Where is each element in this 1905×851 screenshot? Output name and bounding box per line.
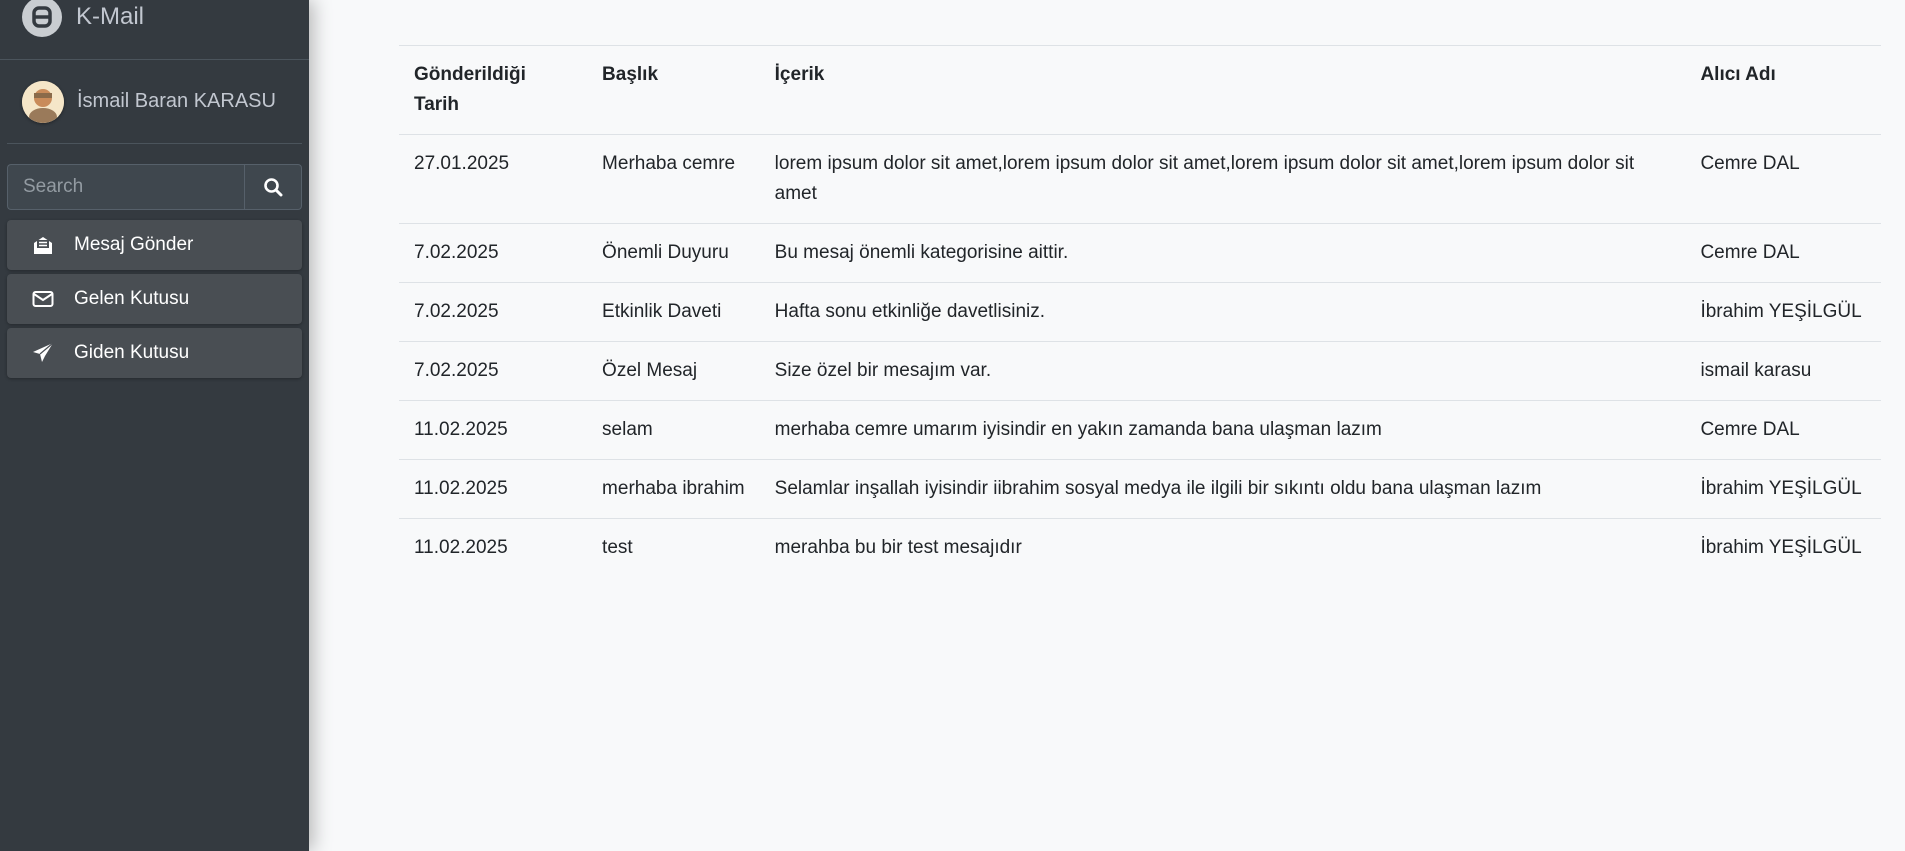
nav-item-label: Gelen Kutusu (74, 288, 190, 309)
search-input[interactable] (7, 164, 244, 210)
cell-recipient: İbrahim YEŞİLGÜL (1685, 459, 1881, 519)
cell-subject: Özel Mesaj (587, 341, 760, 401)
envelope-open-icon (30, 232, 56, 258)
cell-recipient: İbrahim YEŞİLGÜL (1685, 282, 1881, 342)
cell-content: lorem ipsum dolor sit amet,lorem ipsum d… (759, 134, 1686, 224)
cell-content: Bu mesaj önemli kategorisine aittir. (759, 223, 1686, 283)
cell-date: 27.01.2025 (399, 134, 588, 224)
table-row: 27.01.2025 Merhaba cemre lorem ipsum dol… (399, 134, 1881, 224)
cell-recipient: İbrahim YEŞİLGÜL (1685, 518, 1881, 577)
cell-date: 7.02.2025 (399, 223, 588, 283)
column-header-recipient: Alıcı Adı (1685, 45, 1881, 135)
avatar (22, 80, 64, 123)
user-panel[interactable]: İsmail Baran KARASU (7, 60, 302, 144)
nav-item-mesaj-gonder[interactable]: Mesaj Gönder (7, 220, 302, 270)
nav-item-gelen-kutusu[interactable]: Gelen Kutusu (7, 274, 302, 324)
sent-messages-table: Gönderildiği Tarih Başlık İçerik Alıcı A… (399, 45, 1881, 577)
cell-recipient: ismail karasu (1685, 341, 1881, 401)
sidebar-search (7, 164, 302, 210)
cell-date: 11.02.2025 (399, 518, 588, 577)
cell-date: 7.02.2025 (399, 341, 588, 401)
cell-subject: Önemli Duyuru (587, 223, 760, 283)
cell-subject: test (587, 518, 760, 577)
column-header-date: Gönderildiği Tarih (399, 45, 588, 135)
app-title: K-Mail (76, 2, 145, 30)
cell-content: Size özel bir mesajım var. (759, 341, 1686, 401)
brand[interactable]: K-Mail (0, 0, 309, 60)
cell-recipient: Cemre DAL (1685, 223, 1881, 283)
cell-date: 7.02.2025 (399, 282, 588, 342)
cell-subject: Etkinlik Daveti (587, 282, 760, 342)
nav-item-label: Mesaj Gönder (74, 234, 194, 255)
search-button[interactable] (244, 164, 302, 210)
cell-date: 11.02.2025 (399, 459, 588, 519)
column-header-content: İçerik (759, 45, 1686, 135)
cell-subject: Merhaba cemre (587, 134, 760, 224)
cell-content: merhaba cemre umarım iyisindir en yakın … (759, 400, 1686, 460)
nav-item-giden-kutusu[interactable]: Giden Kutusu (7, 328, 302, 378)
table-row: 7.02.2025 Özel Mesaj Size özel bir mesaj… (399, 341, 1881, 401)
search-icon (264, 178, 283, 197)
cell-recipient: Cemre DAL (1685, 134, 1881, 224)
cell-date: 11.02.2025 (399, 400, 588, 460)
cell-recipient: Cemre DAL (1685, 400, 1881, 460)
app-logo-icon (22, 0, 62, 37)
table-header-row: Gönderildiği Tarih Başlık İçerik Alıcı A… (399, 45, 1881, 135)
nav-item-label: Giden Kutusu (74, 342, 190, 363)
column-header-subject: Başlık (587, 45, 760, 135)
main-content: Gönderildiği Tarih Başlık İçerik Alıcı A… (399, 45, 1881, 577)
paper-plane-icon (30, 340, 56, 366)
table-row: 7.02.2025 Etkinlik Daveti Hafta sonu etk… (399, 282, 1881, 342)
envelope-icon (30, 286, 56, 312)
cell-subject: selam (587, 400, 760, 460)
table-row: 11.02.2025 merhaba ibrahim Selamlar inşa… (399, 459, 1881, 519)
table-row: 7.02.2025 Önemli Duyuru Bu mesaj önemli … (399, 223, 1881, 283)
table-row: 11.02.2025 test merahba bu bir test mesa… (399, 518, 1881, 577)
user-name: İsmail Baran KARASU (77, 90, 276, 112)
cell-content: Selamlar inşallah iyisindir iibrahim sos… (759, 459, 1686, 519)
cell-content: Hafta sonu etkinliğe davetlisiniz. (759, 282, 1686, 342)
cell-subject: merhaba ibrahim (587, 459, 760, 519)
cell-content: merahba bu bir test mesajıdır (759, 518, 1686, 577)
sidebar: K-Mail İsmail Baran KARASU Search Mesaj … (0, 0, 309, 851)
table-row: 11.02.2025 selam merhaba cemre umarım iy… (399, 400, 1881, 460)
